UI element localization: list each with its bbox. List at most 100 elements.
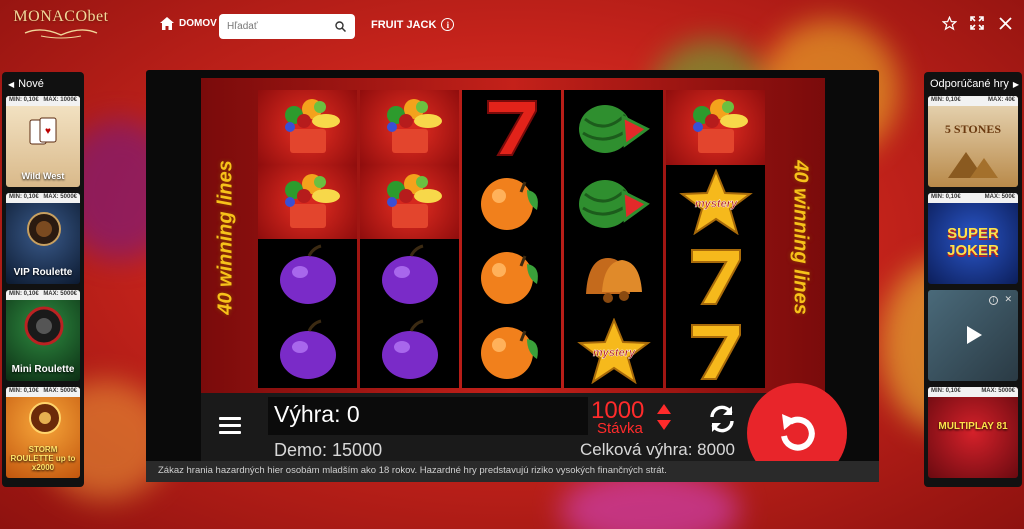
max-bet: MAX: 5000€ xyxy=(43,291,77,297)
fullscreen-icon[interactable] xyxy=(968,14,986,32)
min-bet: MIN: 0,10€ xyxy=(9,194,39,200)
new-games-panel: ◀ Nové MIN: 0,10€ MAX: 1000€ ♥ Wild West … xyxy=(2,72,84,487)
total-win: Celková výhra: 8000 xyxy=(580,440,735,460)
game-card-wild-west[interactable]: MIN: 0,10€ MAX: 1000€ ♥ Wild West xyxy=(6,96,80,187)
game-card-video-preview[interactable]: i ✕ xyxy=(928,290,1018,381)
game-card-5-stones[interactable]: MIN: 0,10€ MAX: 40€ 5 STONES xyxy=(928,96,1018,187)
info-icon[interactable]: i xyxy=(989,296,998,305)
autoplay-icon[interactable] xyxy=(706,403,738,435)
bet-up-down-icon[interactable] xyxy=(656,403,672,431)
new-games-header[interactable]: ◀ Nové xyxy=(2,72,84,96)
home-label: DOMOV xyxy=(179,18,217,29)
symbol-basket xyxy=(258,90,357,165)
roulette-wheel-icon xyxy=(24,306,64,346)
game-card-multiplay-81[interactable]: MIN: 0,10€ MAX: 5000€ MULTIPLAY 81 xyxy=(928,387,1018,478)
search-input[interactable] xyxy=(227,21,335,32)
monacobet-logo[interactable]: MONACObet xyxy=(12,8,110,48)
max-bet: MAX: 5000€ xyxy=(981,388,1015,394)
gambling-disclaimer: Zákaz hrania hazardných hier osobám mlad… xyxy=(146,461,879,482)
close-icon[interactable] xyxy=(996,14,1014,32)
min-bet: MIN: 0,10€ xyxy=(931,194,961,200)
close-icon[interactable]: ✕ xyxy=(1004,294,1012,305)
demo-value: 15000 xyxy=(332,440,383,460)
game-name: Mini Roulette xyxy=(11,364,75,375)
control-bar: Výhra: 0 Demo: 15000 1000 Stávka Celková… xyxy=(201,383,847,482)
game-name: MULTIPLAY 81 xyxy=(938,421,1008,432)
max-bet: MAX: 500€ xyxy=(984,194,1015,200)
play-icon[interactable] xyxy=(964,324,984,346)
symbol-plum xyxy=(360,239,459,314)
game-name: 5 STONES xyxy=(944,122,1002,136)
symbol-watermelon xyxy=(564,90,663,165)
spin-icon xyxy=(781,414,815,451)
symbol-basket xyxy=(666,90,765,165)
cards-icon: ♥ xyxy=(29,117,57,145)
winning-lines-right: 40 winning lines xyxy=(789,159,812,315)
search-icon[interactable] xyxy=(335,21,346,32)
new-games-title: Nové xyxy=(18,78,44,90)
reel-3 xyxy=(462,90,561,388)
symbol-plum xyxy=(258,314,357,389)
symbol-seven xyxy=(462,90,561,165)
favorite-star-icon[interactable] xyxy=(940,14,958,32)
chevron-left-icon[interactable]: ◀ xyxy=(8,80,14,89)
min-bet: MIN: 0,10€ xyxy=(931,97,961,103)
home-link[interactable]: DOMOV xyxy=(160,17,217,30)
recommended-games-panel: Odporúčané hry ▶ MIN: 0,10€ MAX: 40€ 5 ST… xyxy=(924,72,1022,487)
symbol-basket xyxy=(258,164,357,239)
menu-button[interactable] xyxy=(219,417,241,438)
symbol-watermelon xyxy=(564,165,663,240)
win-readout: Výhra: 0 xyxy=(274,401,360,428)
logo-text: MONACObet xyxy=(13,8,109,25)
roulette-wheel-icon xyxy=(29,402,61,434)
roulette-wheel-icon xyxy=(27,212,61,246)
symbol-orange xyxy=(462,239,561,314)
total-value: 8000 xyxy=(697,440,735,459)
reel-5: mystery xyxy=(666,90,765,388)
demo-label: Demo: xyxy=(274,440,328,460)
reel-4: mystery xyxy=(564,90,663,388)
reel-1 xyxy=(258,90,357,388)
max-bet: MAX: 5000€ xyxy=(43,388,77,394)
reel-frame: 40 winning lines 40 winning lines myster… xyxy=(201,78,825,396)
symbol-basket xyxy=(360,164,459,239)
win-value: 0 xyxy=(346,401,360,427)
min-bet: MIN: 0,10€ xyxy=(9,291,39,297)
min-bet: MIN: 0,10€ xyxy=(9,388,39,394)
game-card-super-joker[interactable]: MIN: 0,10€ MAX: 500€ SUPER JOKER xyxy=(928,193,1018,284)
symbol-basket xyxy=(360,90,459,165)
symbol-orange xyxy=(462,165,561,240)
symbol-seven-gold xyxy=(666,239,765,314)
game-title-text: FRUIT JACK xyxy=(371,18,437,31)
recommended-header[interactable]: Odporúčané hry ▶ xyxy=(924,72,1022,96)
reels: mystery mystery xyxy=(258,90,768,388)
total-label: Celková výhra: xyxy=(580,440,693,459)
bet-label: Stávka xyxy=(597,420,643,437)
pyramid-icon xyxy=(948,152,998,178)
winning-lines-left: 40 winning lines xyxy=(214,159,237,315)
symbol-bell xyxy=(564,239,663,314)
max-bet: MAX: 5000€ xyxy=(43,194,77,200)
win-label: Výhra: xyxy=(274,401,341,427)
symbol-plum xyxy=(360,314,459,389)
symbol-star: mystery xyxy=(666,165,765,240)
game-name: VIP Roulette xyxy=(13,267,73,278)
chevron-right-icon[interactable]: ▶ xyxy=(1013,80,1019,89)
game-card-mini-roulette[interactable]: MIN: 0,10€ MAX: 5000€ Mini Roulette xyxy=(6,290,80,381)
game-card-storm-roulette[interactable]: MIN: 0,10€ MAX: 5000€ STORM ROULETTE up t… xyxy=(6,387,80,478)
window-controls xyxy=(940,14,1014,32)
logo-flourish-icon xyxy=(24,29,98,39)
top-bar: MONACObet DOMOV FRUIT JACK i xyxy=(0,0,1024,52)
search-box xyxy=(219,14,355,39)
max-bet: MAX: 1000€ xyxy=(43,97,77,103)
game-name: SUPER JOKER xyxy=(947,225,999,259)
min-bet: MIN: 0,10€ xyxy=(931,388,961,394)
reel-2 xyxy=(360,90,459,388)
symbol-plum xyxy=(258,239,357,314)
info-icon[interactable]: i xyxy=(441,18,455,31)
svg-text:♥: ♥ xyxy=(45,126,51,137)
symbol-star: mystery xyxy=(564,314,663,389)
game-card-vip-roulette[interactable]: MIN: 0,10€ MAX: 5000€ VIP Roulette xyxy=(6,193,80,284)
svg-text:mystery: mystery xyxy=(592,347,635,359)
recommended-title: Odporúčané hry xyxy=(930,78,1009,90)
